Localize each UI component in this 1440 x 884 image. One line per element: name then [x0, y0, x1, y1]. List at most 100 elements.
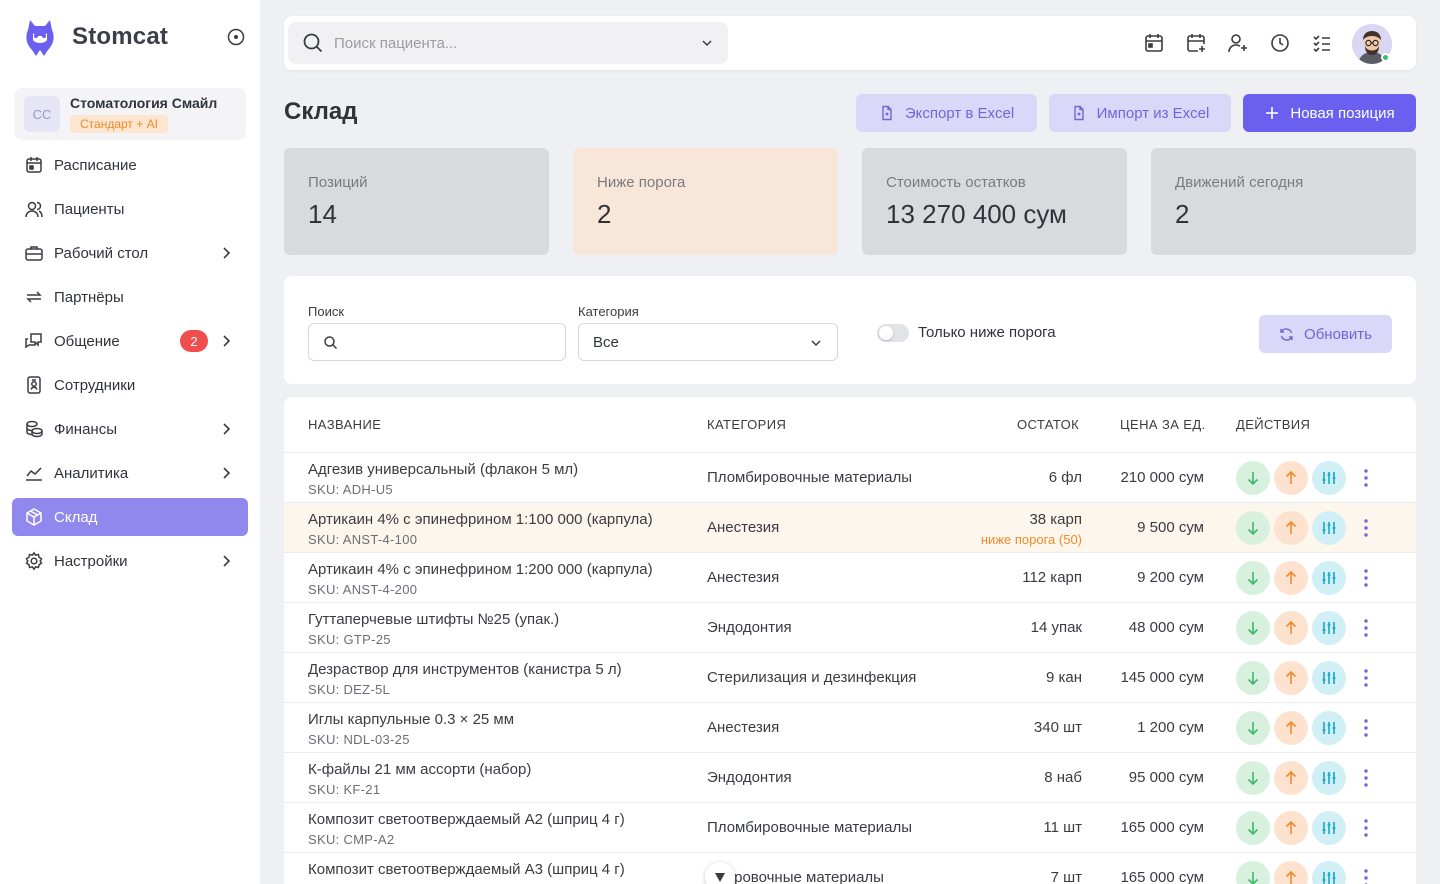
stock-out-button[interactable]	[1274, 711, 1308, 745]
category-select[interactable]: Все	[578, 323, 838, 361]
new-item-button[interactable]: Новая позиция	[1243, 94, 1416, 132]
stock-out-button[interactable]	[1274, 611, 1308, 645]
stock-out-button[interactable]	[1274, 861, 1308, 884]
more-vertical-icon[interactable]	[1360, 567, 1372, 589]
table-row[interactable]: Артикаин 4% с эпинефрином 1:100 000 (кар…	[284, 502, 1416, 552]
calendar-add-icon[interactable]	[1186, 32, 1206, 54]
sidebar-item-label: Финансы	[54, 420, 117, 438]
clock-icon[interactable]	[1270, 32, 1290, 54]
sidebar-item-desktop[interactable]: Рабочий стол	[12, 234, 248, 272]
sidebar-item-patients[interactable]: Пациенты	[12, 190, 248, 228]
table-row[interactable]: Иглы карпульные 0.3 × 25 мм SKU: NDL-03-2…	[284, 702, 1416, 752]
stock-adjust-button[interactable]	[1312, 861, 1346, 884]
item-price: 165 000 сум	[1120, 869, 1204, 884]
more-vertical-icon[interactable]	[1360, 517, 1372, 539]
brand[interactable]: Stomcat	[22, 16, 168, 58]
arrow-down-icon	[1247, 622, 1259, 636]
column-header-name[interactable]: НАЗВАНИЕ	[308, 417, 381, 432]
stock-adjust-button[interactable]	[1312, 461, 1346, 495]
stock-out-button[interactable]	[1274, 561, 1308, 595]
stat-label: Стоимость остатков	[886, 174, 1026, 191]
stock-in-button[interactable]	[1236, 661, 1270, 695]
stat-value: 2	[1175, 199, 1190, 229]
stock-out-button[interactable]	[1274, 761, 1308, 795]
stock-in-button[interactable]	[1236, 861, 1270, 884]
column-header-category[interactable]: КАТЕГОРИЯ	[707, 417, 786, 432]
sidebar-item-chat[interactable]: Общение 2	[12, 322, 248, 360]
sidebar-nav: Расписание Пациенты Рабочий стол Партнёр…	[12, 146, 248, 586]
item-name[interactable]: Артикаин 4% с эпинефрином 1:100 000 (кар…	[308, 511, 653, 528]
stock-in-button[interactable]	[1236, 561, 1270, 595]
new-item-label: Новая позиция	[1290, 104, 1395, 122]
import-excel-button[interactable]: Импорт из Excel	[1049, 94, 1231, 132]
stock-in-button[interactable]	[1236, 711, 1270, 745]
item-name[interactable]: Иглы карпульные 0.3 × 25 мм	[308, 711, 514, 728]
stock-in-button[interactable]	[1236, 811, 1270, 845]
table-row[interactable]: К-файлы 21 мм ассорти (набор) SKU: KF-21 Э…	[284, 752, 1416, 802]
chat-icon	[25, 333, 42, 349]
column-header-price[interactable]: ЦЕНА ЗА ЕД.	[1120, 417, 1206, 432]
stock-adjust-button[interactable]	[1312, 661, 1346, 695]
export-excel-button[interactable]: Экспорт в Excel	[856, 94, 1037, 132]
item-name[interactable]: Композит светоотверждаемый A3 (шприц 4 г…	[308, 861, 625, 878]
stat-card-stock-value: Стоимость остатков 13 270 400 сум	[862, 148, 1127, 255]
collapse-sidebar-icon[interactable]	[226, 27, 246, 47]
stock-in-button[interactable]	[1236, 761, 1270, 795]
stock-out-button[interactable]	[1274, 661, 1308, 695]
stock-in-button[interactable]	[1236, 511, 1270, 545]
scroll-down-button[interactable]	[705, 862, 735, 884]
refresh-button[interactable]: Обновить	[1259, 315, 1392, 353]
item-name[interactable]: Гуттаперчевые штифты №25 (упак.)	[308, 611, 559, 628]
stock-out-button[interactable]	[1274, 811, 1308, 845]
stock-adjust-button[interactable]	[1312, 511, 1346, 545]
item-name[interactable]: К-файлы 21 мм ассорти (набор)	[308, 761, 531, 778]
sidebar-item-finance[interactable]: Финансы	[12, 410, 248, 448]
patient-search[interactable]	[288, 22, 728, 64]
more-vertical-icon[interactable]	[1360, 717, 1372, 739]
sidebar-item-staff[interactable]: Сотрудники	[12, 366, 248, 404]
checklist-icon[interactable]	[1312, 32, 1332, 54]
sidebar-item-settings[interactable]: Настройки	[12, 542, 248, 580]
more-vertical-icon[interactable]	[1360, 867, 1372, 884]
stock-adjust-button[interactable]	[1312, 761, 1346, 795]
item-name[interactable]: Артикаин 4% с эпинефрином 1:200 000 (кар…	[308, 561, 653, 578]
stock-out-button[interactable]	[1274, 511, 1308, 545]
table-row[interactable]: Адгезив универсальный (флакон 5 мл) SKU: …	[284, 452, 1416, 502]
sidebar-item-partners[interactable]: Партнёры	[12, 278, 248, 316]
table-row[interactable]: Композит светоотверждаемый A3 (шприц 4 г…	[284, 852, 1416, 884]
table-row[interactable]: Композит светоотверждаемый A2 (шприц 4 г…	[284, 802, 1416, 852]
sidebar-item-schedule[interactable]: Расписание	[12, 146, 248, 184]
clinic-switcher[interactable]: СС Стоматология Смайл Стандарт + AI	[14, 88, 246, 140]
table-row[interactable]: Гуттаперчевые штифты №25 (упак.) SKU: GTP…	[284, 602, 1416, 652]
topbar	[284, 16, 1416, 70]
export-excel-label: Экспорт в Excel	[904, 104, 1015, 122]
stock-in-button[interactable]	[1236, 461, 1270, 495]
user-add-icon[interactable]	[1228, 32, 1248, 54]
column-header-stock[interactable]: ОСТАТОК	[1017, 417, 1079, 432]
item-search[interactable]	[308, 323, 566, 361]
table-row[interactable]: Артикаин 4% с эпинефрином 1:200 000 (кар…	[284, 552, 1416, 602]
stock-adjust-button[interactable]	[1312, 711, 1346, 745]
stock-adjust-button[interactable]	[1312, 561, 1346, 595]
calendar-icon[interactable]	[1144, 32, 1164, 54]
sidebar-item-analytics[interactable]: Аналитика	[12, 454, 248, 492]
more-vertical-icon[interactable]	[1360, 617, 1372, 639]
more-vertical-icon[interactable]	[1360, 467, 1372, 489]
item-name[interactable]: Композит светоотверждаемый A2 (шприц 4 г…	[308, 811, 625, 828]
sidebar-item-warehouse[interactable]: Склад	[12, 498, 248, 536]
item-name[interactable]: Адгезив универсальный (флакон 5 мл)	[308, 461, 578, 478]
more-vertical-icon[interactable]	[1360, 817, 1372, 839]
item-search-input[interactable]	[347, 332, 547, 352]
chevron-down-icon[interactable]	[700, 36, 714, 50]
below-threshold-toggle[interactable]	[877, 324, 909, 342]
stock-out-button[interactable]	[1274, 461, 1308, 495]
more-vertical-icon[interactable]	[1360, 767, 1372, 789]
patient-search-input[interactable]	[334, 34, 674, 52]
stock-adjust-button[interactable]	[1312, 611, 1346, 645]
stock-adjust-button[interactable]	[1312, 811, 1346, 845]
table-row[interactable]: Дезраствор для инструментов (канистра 5 …	[284, 652, 1416, 702]
more-vertical-icon[interactable]	[1360, 667, 1372, 689]
item-price: 210 000 сум	[1120, 469, 1204, 486]
stock-in-button[interactable]	[1236, 611, 1270, 645]
item-name[interactable]: Дезраствор для инструментов (канистра 5 …	[308, 661, 622, 678]
